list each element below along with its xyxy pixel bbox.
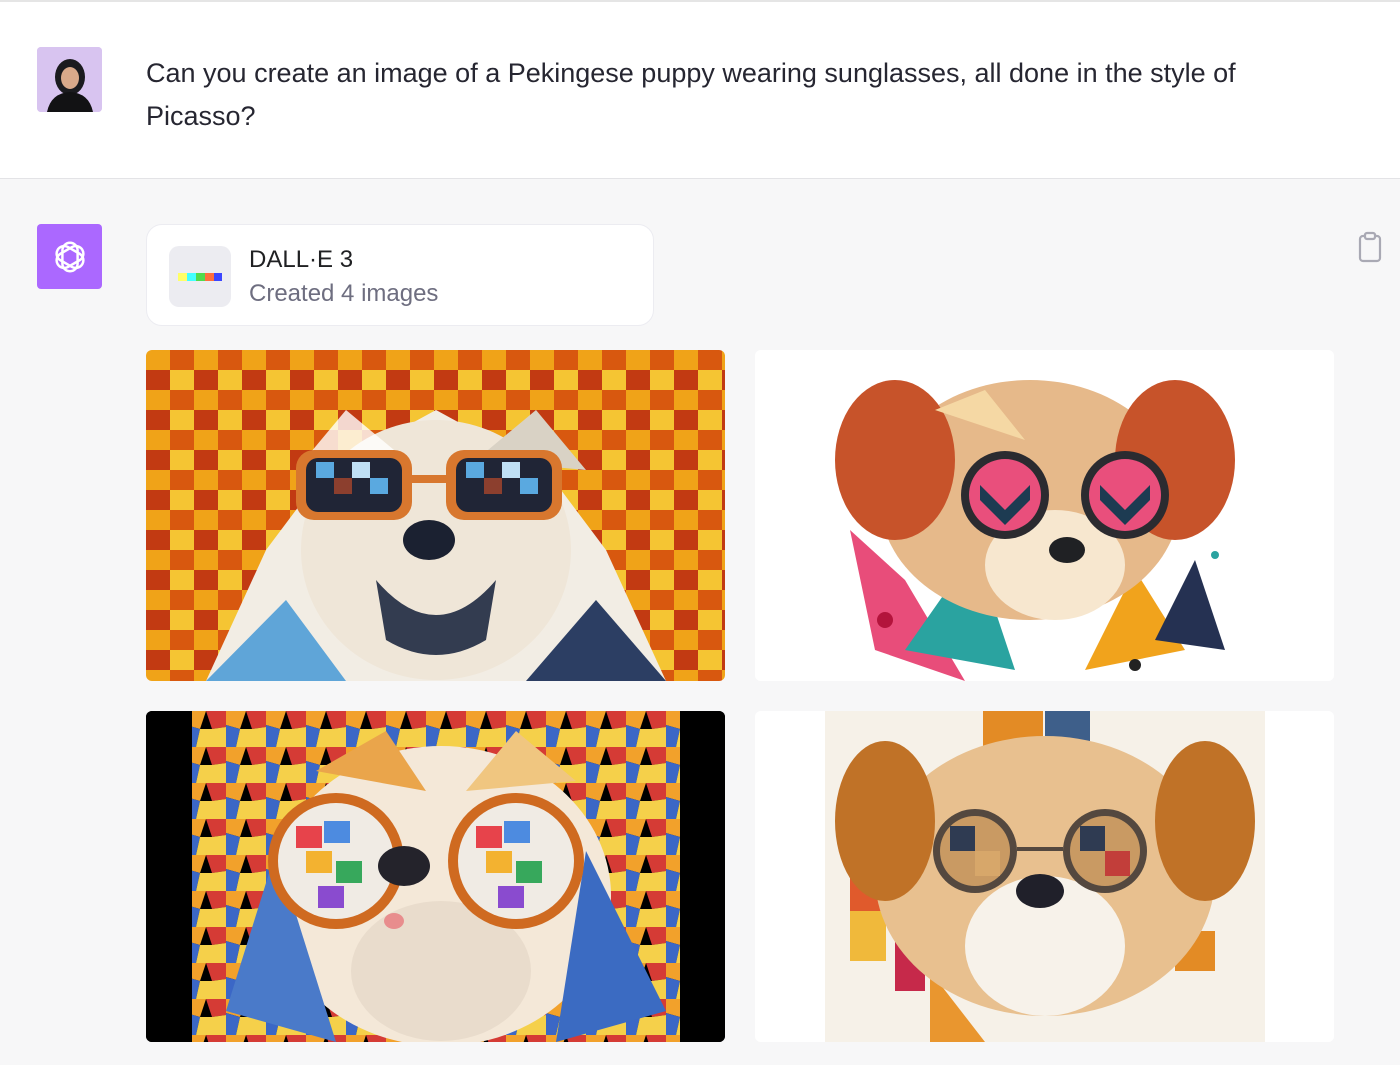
user-message-text: Can you create an image of a Pekingese p…	[146, 58, 1236, 131]
assistant-avatar	[37, 224, 102, 289]
generated-image-2[interactable]	[755, 350, 1334, 681]
dalle-tool-card[interactable]: DALL·E 3 Created 4 images	[146, 224, 654, 326]
user-message-row: Can you create an image of a Pekingese p…	[0, 2, 1400, 179]
generated-image-1[interactable]	[146, 350, 725, 681]
dalle-color-bar-icon	[169, 246, 231, 307]
user-avatar	[37, 47, 102, 112]
generated-image-4[interactable]	[755, 711, 1334, 1042]
clipboard-icon	[1358, 231, 1382, 263]
copy-button[interactable]	[1354, 230, 1386, 264]
tool-status: Created 4 images	[249, 280, 439, 307]
openai-logo-icon	[54, 241, 85, 272]
generated-image-3[interactable]	[146, 711, 725, 1042]
tool-name: DALL·E 3	[249, 246, 354, 273]
